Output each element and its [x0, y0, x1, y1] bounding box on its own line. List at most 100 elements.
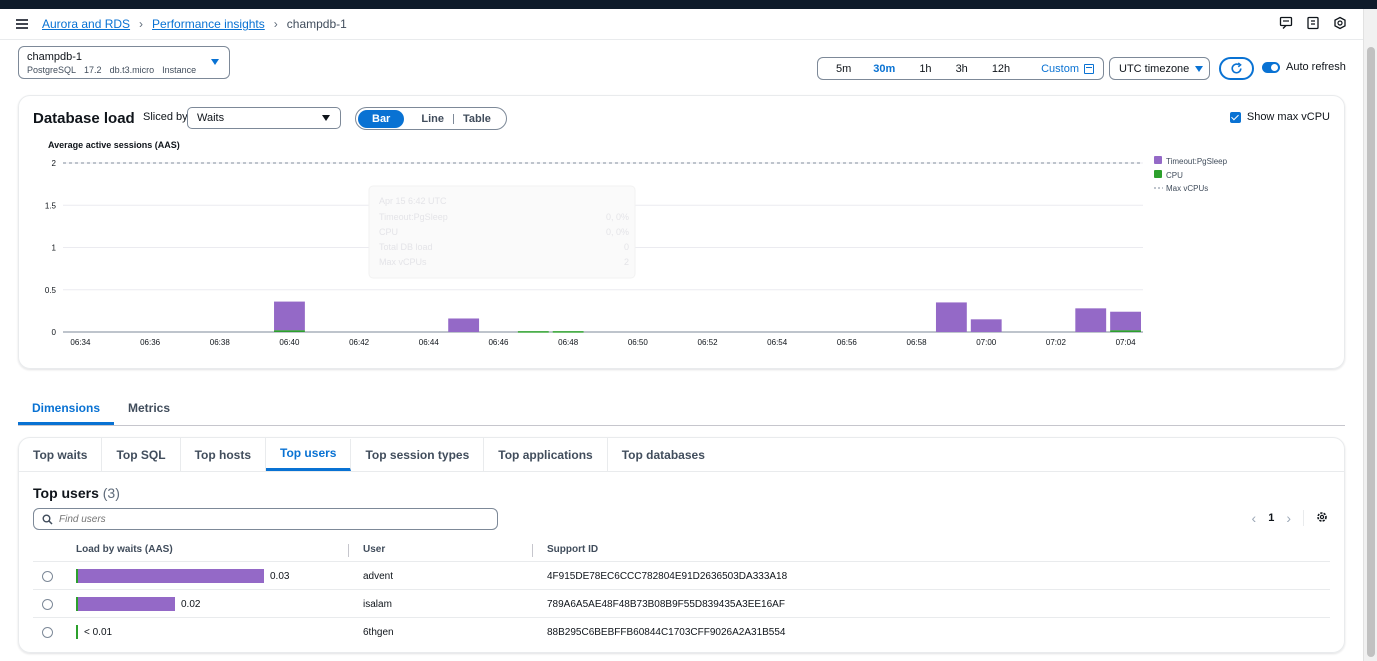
bar-pgsleep	[1110, 311, 1141, 331]
top-users-table: Load by waits (AAS) User Support ID 0.03…	[33, 538, 1330, 646]
feedback-icon[interactable]	[1279, 16, 1293, 30]
tab-metrics[interactable]: Metrics	[114, 397, 184, 425]
subtab-top-databases[interactable]: Top databases	[608, 438, 719, 472]
scrollbar-thumb[interactable]	[1367, 47, 1375, 657]
preferences-gear-icon[interactable]	[1316, 511, 1328, 526]
instance-name: champdb-1	[27, 51, 83, 63]
y-tick-label: 2	[52, 159, 57, 168]
breadcrumb-performance-insights[interactable]: Performance insights	[152, 17, 265, 31]
x-tick-label: 06:52	[698, 338, 719, 347]
time-range-5m[interactable]: 5m	[826, 63, 861, 75]
tooltip-label: Total DB load	[379, 242, 433, 252]
column-divider[interactable]	[348, 544, 349, 557]
auto-refresh-toggle[interactable]	[1262, 61, 1280, 73]
settings-gear-icon[interactable]	[1333, 16, 1347, 30]
subtab-top-hosts[interactable]: Top hosts	[181, 437, 266, 472]
legend-label-max-vcpu: Max vCPUs	[1166, 184, 1208, 193]
subtab-top-applications[interactable]: Top applications	[484, 437, 608, 472]
notifications-icon[interactable]	[1306, 16, 1320, 30]
load-bar: < 0.01	[76, 625, 112, 639]
table-header: Load by waits (AAS) User Support ID	[33, 538, 1330, 562]
time-range-custom[interactable]: Custom	[1041, 63, 1103, 75]
find-users-search[interactable]	[33, 508, 498, 530]
time-range-3h[interactable]: 3h	[944, 63, 980, 75]
x-tick-label: 06:58	[907, 338, 928, 347]
subtab-top-session-types[interactable]: Top session types	[351, 437, 485, 472]
subtab-top-users[interactable]: Top users	[266, 438, 352, 471]
bar-cpu	[1110, 330, 1141, 332]
row-radio[interactable]	[42, 599, 53, 610]
custom-label: Custom	[1041, 62, 1079, 75]
dimension-subtabs: Top waits Top SQL Top hosts Top users To…	[19, 437, 1344, 472]
instance-selector[interactable]: champdb-1 PostgreSQL 17.2 db.t3.micro In…	[18, 46, 230, 79]
top-users-count: (3)	[102, 485, 120, 501]
table-row[interactable]: 0.02 isalam 789A6A5AE48F48B73B08B9F55D83…	[33, 590, 1330, 618]
tooltip-label: Timeout:PgSleep	[379, 212, 448, 222]
tab-dimensions[interactable]: Dimensions	[18, 397, 115, 425]
column-divider[interactable]	[532, 544, 533, 557]
time-range-12h[interactable]: 12h	[980, 63, 1022, 75]
x-tick-label: 06:34	[70, 338, 91, 347]
page-number[interactable]: 1	[1268, 512, 1274, 524]
user-cell: 6thgen	[363, 627, 394, 638]
database-load-chart[interactable]: Average active sessions (AAS) 0 0.5 1 1.5 2 Ap…	[19, 96, 1344, 368]
legend-label-cpu: CPU	[1166, 171, 1183, 180]
instance-engine: PostgreSQL	[27, 65, 77, 75]
x-tick-label: 07:04	[1116, 338, 1137, 347]
instance-version: 17.2	[84, 65, 102, 75]
timezone-label: UTC timezone	[1119, 62, 1190, 75]
load-value: 0.02	[181, 598, 201, 610]
row-radio[interactable]	[42, 627, 53, 638]
chevron-right-icon: ›	[139, 17, 144, 31]
time-range-30m[interactable]: 30m	[861, 63, 907, 75]
main-tabs: Dimensions Metrics	[18, 397, 1345, 426]
load-value: 0.03	[270, 570, 290, 582]
pager-divider	[1303, 510, 1304, 526]
instance-class: db.t3.micro	[109, 65, 155, 75]
bar-cpu	[274, 330, 305, 332]
subtab-top-sql[interactable]: Top SQL	[102, 437, 181, 472]
time-range-1h[interactable]: 1h	[907, 63, 943, 75]
chevron-left-icon[interactable]: ‹	[1252, 510, 1257, 526]
chevron-right-icon[interactable]: ›	[1286, 510, 1291, 526]
x-tick-label: 06:48	[558, 338, 579, 347]
tooltip-value: 0, 0%	[606, 227, 629, 237]
menu-icon[interactable]	[16, 19, 28, 29]
row-radio[interactable]	[42, 571, 53, 582]
chevron-right-icon: ›	[273, 17, 278, 31]
x-tick-label: 06:40	[279, 338, 300, 347]
dimensions-container: Top waits Top SQL Top hosts Top users To…	[18, 437, 1345, 653]
x-tick-label: 06:56	[837, 338, 858, 347]
load-value: < 0.01	[84, 626, 113, 638]
breadcrumb-current: champdb-1	[286, 17, 347, 31]
support-id-cell: 789A6A5AE48F48B73B08B9F55D839435A3EE16AF	[547, 599, 785, 610]
legend-label-pgsleep: Timeout:PgSleep	[1166, 157, 1228, 166]
instance-role: Instance	[162, 65, 197, 75]
x-tick-label: 06:36	[140, 338, 161, 347]
auto-refresh-control: Auto refresh	[1262, 61, 1346, 73]
column-load[interactable]: Load by waits (AAS)	[76, 544, 173, 555]
find-users-input[interactable]	[59, 513, 459, 525]
column-support-id[interactable]: Support ID	[547, 544, 598, 555]
timezone-selector[interactable]: UTC timezone	[1109, 57, 1210, 80]
sleep-segment	[78, 569, 264, 583]
refresh-button[interactable]	[1219, 57, 1254, 80]
bar-pgsleep	[1075, 308, 1107, 332]
user-cell: advent	[363, 571, 394, 582]
caret-down-icon	[1195, 65, 1204, 72]
database-load-panel: Database load Sliced by Waits Bar Line T…	[18, 95, 1345, 369]
table-row[interactable]: 0.03 advent 4F915DE78EC6CCC782804E91D263…	[33, 562, 1330, 590]
subtab-top-waits[interactable]: Top waits	[19, 437, 103, 472]
support-id-cell: 88B295C6BEBFFB60844C1703CFF9026A2A31B554	[547, 627, 786, 638]
legend-swatch-cpu	[1154, 170, 1162, 178]
x-tick-label: 07:02	[1046, 338, 1067, 347]
table-row[interactable]: < 0.01 6thgen 88B295C6BEBFFB60844C1703CF…	[33, 618, 1330, 646]
time-range-selector: 5m 30m 1h 3h 12h Custom	[817, 57, 1104, 80]
tooltip-label: Max vCPUs	[379, 257, 427, 267]
bar-pgsleep	[274, 301, 305, 331]
page-scrollbar[interactable]	[1363, 9, 1377, 661]
breadcrumb-aurora-rds[interactable]: Aurora and RDS	[42, 17, 130, 31]
bar-pgsleep	[448, 318, 480, 332]
y-tick-label: 1.5	[45, 201, 57, 210]
column-user[interactable]: User	[363, 544, 385, 555]
